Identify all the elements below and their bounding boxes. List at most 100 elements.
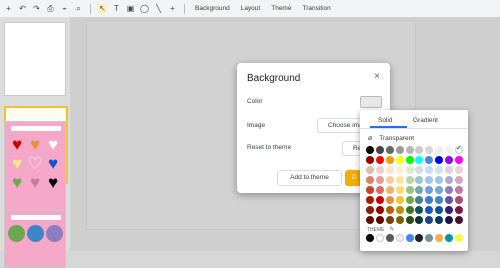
redo-icon[interactable]: ↷ xyxy=(32,4,41,13)
add-icon[interactable]: + xyxy=(168,4,177,13)
color-chip[interactable] xyxy=(435,196,444,204)
color-chip[interactable] xyxy=(395,146,404,154)
tab-solid[interactable]: Solid xyxy=(378,117,392,124)
color-chip[interactable] xyxy=(405,166,414,174)
color-chip[interactable] xyxy=(405,196,414,204)
color-chip[interactable] xyxy=(375,216,384,224)
color-chip[interactable] xyxy=(435,166,444,174)
color-chip[interactable] xyxy=(405,176,414,184)
select-icon[interactable]: ↖ xyxy=(98,4,107,13)
color-chip[interactable] xyxy=(435,176,444,184)
color-chip[interactable] xyxy=(366,186,374,194)
color-chip[interactable] xyxy=(445,176,454,184)
theme-color-chip[interactable] xyxy=(415,234,424,242)
color-chip[interactable] xyxy=(455,186,464,194)
color-chip[interactable] xyxy=(425,206,434,214)
color-chip[interactable] xyxy=(455,196,464,204)
color-chip[interactable] xyxy=(405,216,414,224)
color-chip[interactable] xyxy=(395,166,404,174)
color-chip[interactable] xyxy=(405,156,414,164)
undo-icon[interactable]: ↶ xyxy=(18,4,27,13)
color-chip[interactable] xyxy=(455,176,464,184)
color-chip[interactable] xyxy=(415,206,424,214)
theme-color-chip[interactable] xyxy=(395,234,404,242)
color-chip[interactable] xyxy=(385,146,394,154)
slide-thumbnail-monsters[interactable] xyxy=(4,210,66,268)
theme-color-chip[interactable] xyxy=(435,234,444,242)
color-chip[interactable] xyxy=(395,216,404,224)
color-chip[interactable] xyxy=(375,206,384,214)
color-chip[interactable] xyxy=(385,206,394,214)
color-chip[interactable] xyxy=(455,206,464,214)
color-chip[interactable] xyxy=(445,216,454,224)
color-chip[interactable] xyxy=(395,196,404,204)
color-chip[interactable] xyxy=(366,166,374,174)
color-chip[interactable] xyxy=(455,166,464,174)
color-chip[interactable] xyxy=(425,196,434,204)
color-chip[interactable] xyxy=(455,216,464,224)
color-chip[interactable] xyxy=(405,186,414,194)
theme-color-chip[interactable] xyxy=(366,234,374,242)
theme-color-chip[interactable] xyxy=(425,234,434,242)
color-chip[interactable] xyxy=(375,156,384,164)
theme-color-chip[interactable] xyxy=(455,234,464,242)
color-chip[interactable] xyxy=(395,186,404,194)
textbox-icon[interactable]: T xyxy=(112,4,121,13)
color-chip[interactable] xyxy=(385,156,394,164)
plus-icon[interactable]: + xyxy=(4,4,13,13)
color-chip[interactable] xyxy=(366,176,374,184)
color-chip[interactable] xyxy=(405,206,414,214)
transition-menu[interactable]: Transition xyxy=(299,5,333,12)
tab-gradient[interactable]: Gradient xyxy=(413,117,438,124)
color-chip[interactable] xyxy=(435,146,444,154)
color-chip[interactable] xyxy=(415,176,424,184)
color-chip[interactable] xyxy=(385,196,394,204)
transparent-option[interactable]: ⌀ Transparent xyxy=(368,134,414,143)
theme-color-chip[interactable] xyxy=(385,234,394,242)
color-chip[interactable] xyxy=(435,216,444,224)
slide-thumbnail-hearts[interactable]: ♥ ♥ ♥ ♥ ♡ ♥ ♥ ♥ ♥ xyxy=(4,121,66,211)
color-chip[interactable] xyxy=(385,176,394,184)
close-icon[interactable]: × xyxy=(374,71,380,82)
color-chip[interactable] xyxy=(375,186,384,194)
color-chip[interactable] xyxy=(395,176,404,184)
zoom-icon[interactable]: ⌕ xyxy=(74,4,83,13)
add-to-theme-button[interactable]: Add to theme xyxy=(277,170,342,186)
color-chip[interactable] xyxy=(445,166,454,174)
color-chip[interactable] xyxy=(445,196,454,204)
slide-thumbnail[interactable] xyxy=(4,22,66,96)
color-chip[interactable] xyxy=(385,166,394,174)
color-chip[interactable] xyxy=(375,196,384,204)
color-chip[interactable] xyxy=(366,196,374,204)
line-icon[interactable]: ╲ xyxy=(154,4,163,13)
color-chip[interactable] xyxy=(425,156,434,164)
theme-color-chip[interactable] xyxy=(445,234,454,242)
color-chip[interactable] xyxy=(435,156,444,164)
color-chip[interactable] xyxy=(415,186,424,194)
theme-menu[interactable]: Theme xyxy=(268,5,294,12)
color-chip[interactable] xyxy=(395,206,404,214)
image-icon[interactable]: ▣ xyxy=(126,4,135,13)
color-chip[interactable] xyxy=(425,146,434,154)
color-chip[interactable] xyxy=(445,206,454,214)
color-chip[interactable] xyxy=(375,166,384,174)
paint-format-icon[interactable]: ⌁ xyxy=(60,4,69,13)
color-chip[interactable] xyxy=(366,146,374,154)
color-chip[interactable] xyxy=(435,186,444,194)
color-chip[interactable] xyxy=(455,156,464,164)
color-chip[interactable] xyxy=(375,146,384,154)
background-menu[interactable]: Background xyxy=(192,5,233,12)
color-chip[interactable] xyxy=(415,216,424,224)
color-chip[interactable] xyxy=(366,156,374,164)
color-chip[interactable] xyxy=(385,186,394,194)
color-chip[interactable] xyxy=(415,146,424,154)
color-chip[interactable] xyxy=(366,216,374,224)
color-chip[interactable] xyxy=(395,156,404,164)
color-chip[interactable] xyxy=(425,216,434,224)
color-chip[interactable] xyxy=(405,146,414,154)
color-chip[interactable] xyxy=(375,176,384,184)
color-chip[interactable] xyxy=(385,216,394,224)
color-chip[interactable] xyxy=(366,206,374,214)
shape-icon[interactable]: ◯ xyxy=(140,4,149,13)
color-chip[interactable] xyxy=(425,186,434,194)
